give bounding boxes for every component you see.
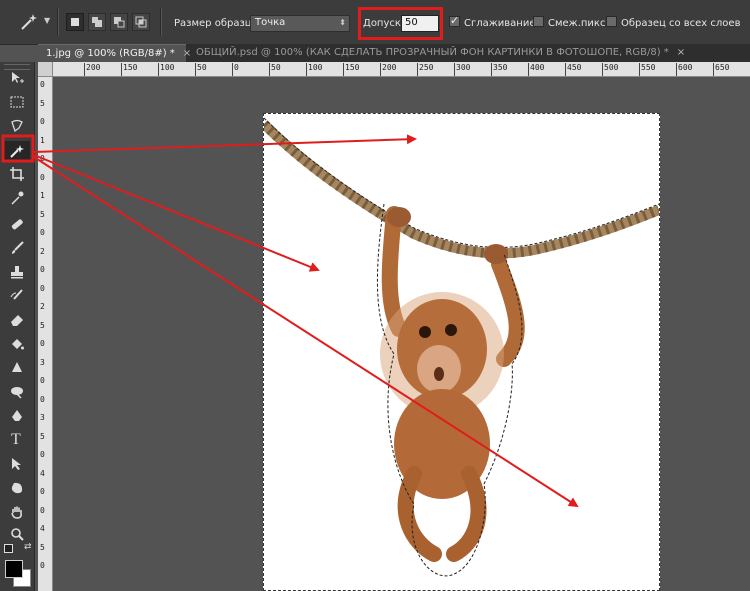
annotation-arrow [33,156,579,508]
annotation-arrow [33,154,320,272]
annotation-arrow [33,134,417,153]
magic-wand-highlight-box [1,134,35,163]
annotation-overlay [1,134,579,508]
